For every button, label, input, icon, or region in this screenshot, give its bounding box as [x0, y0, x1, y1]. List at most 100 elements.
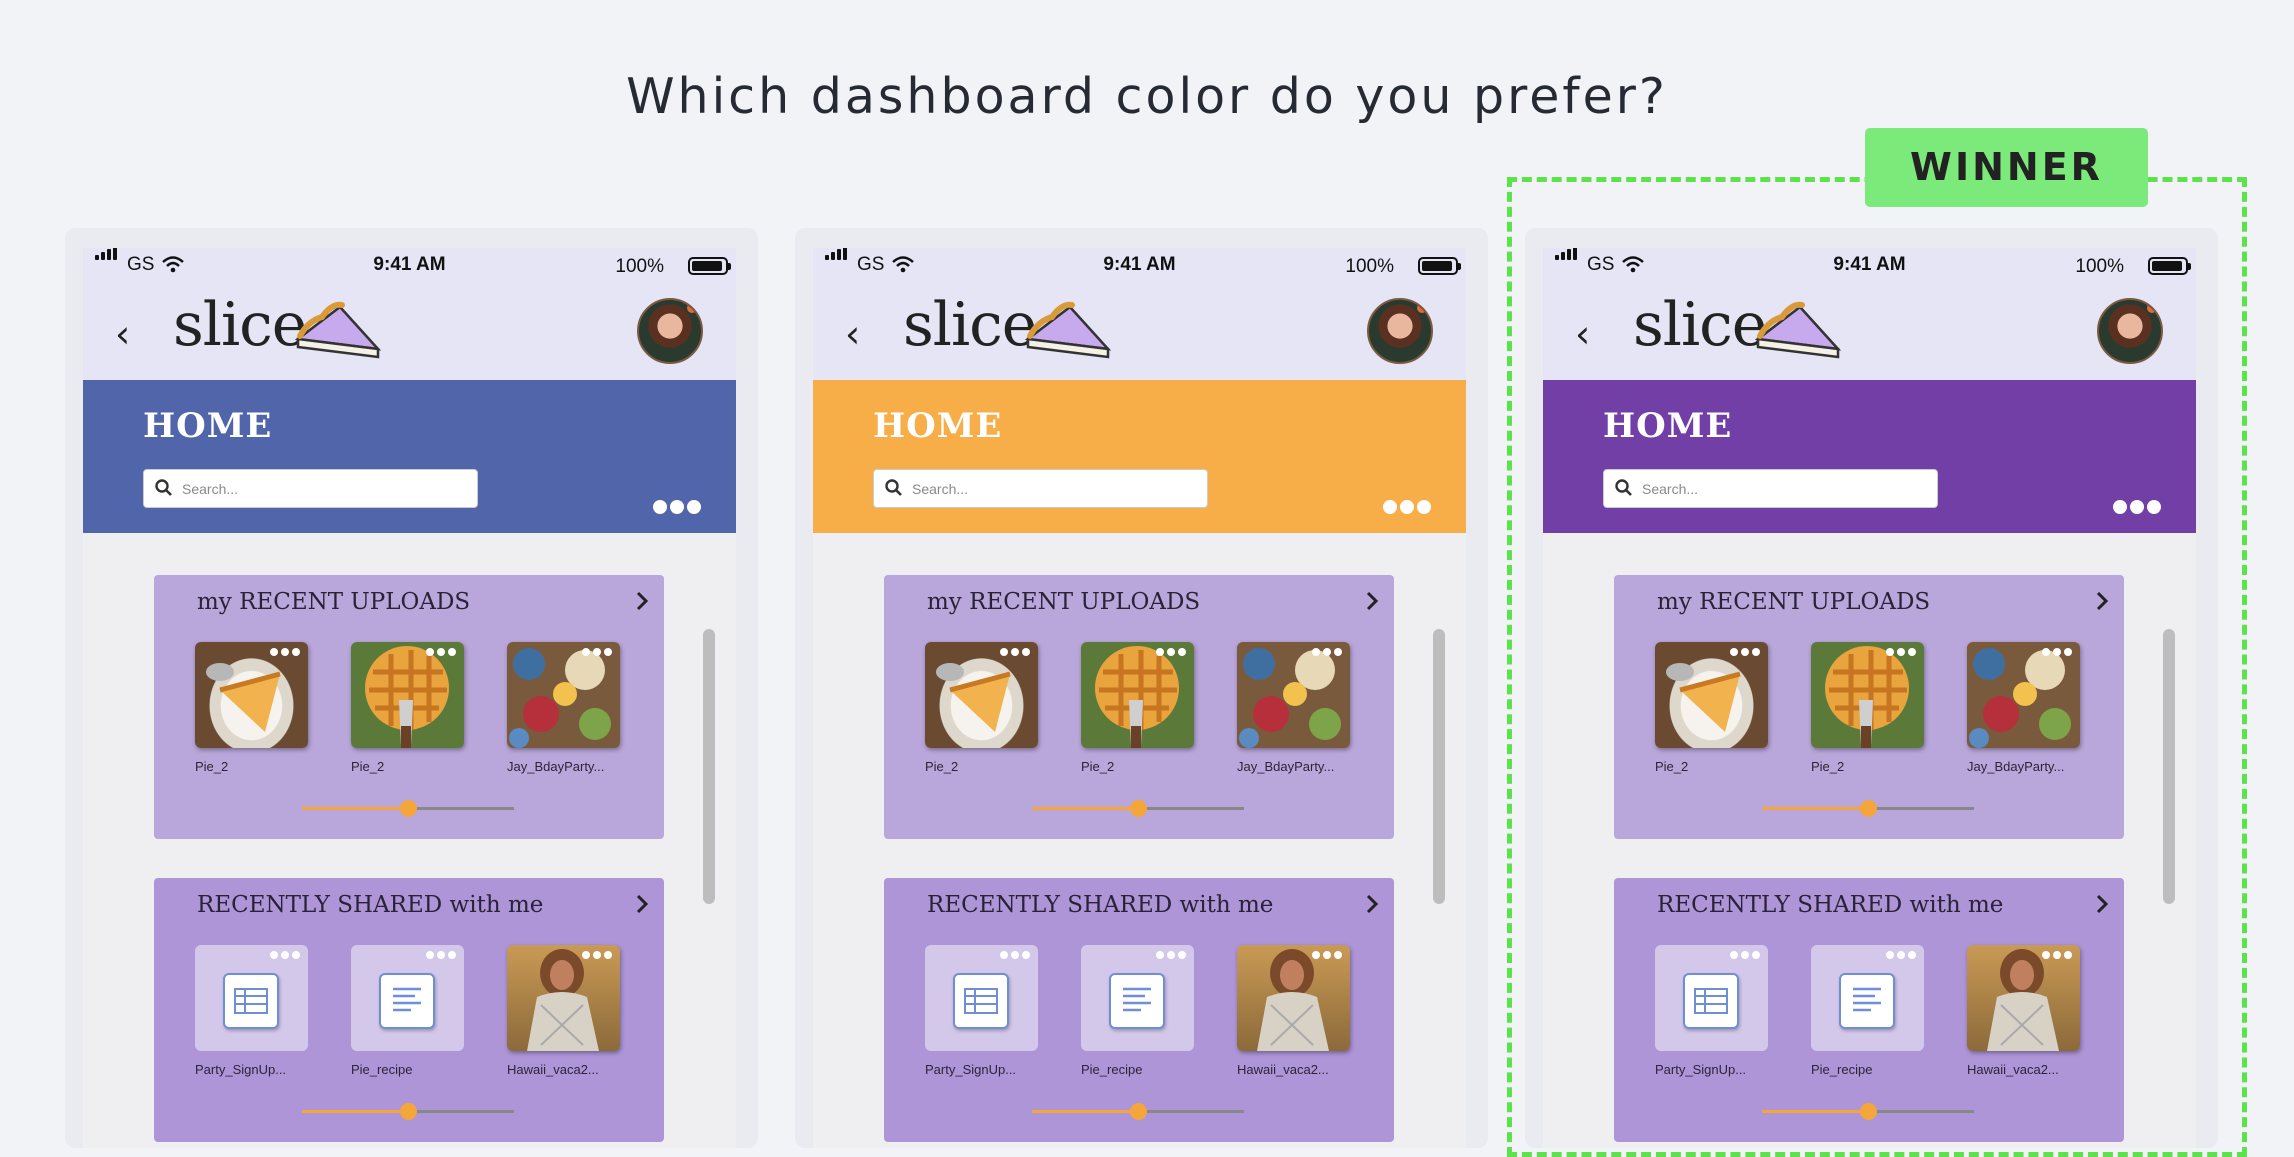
item-more-icon[interactable]	[2042, 951, 2072, 959]
shared-caption: Hawaii_vaca2...	[1237, 1062, 1329, 1077]
item-more-icon[interactable]	[1886, 951, 1916, 959]
more-options-icon[interactable]	[2113, 500, 2161, 514]
upload-caption: Pie_2	[351, 759, 385, 774]
pie-logo-icon	[1024, 299, 1112, 365]
slider-knob[interactable]	[1860, 800, 1877, 817]
slider-knob[interactable]	[1860, 1103, 1877, 1120]
back-chevron-icon[interactable]: ‹	[845, 312, 860, 356]
item-more-icon[interactable]	[426, 951, 456, 959]
search-icon	[884, 478, 904, 502]
upload-caption: Pie_2	[1655, 759, 1689, 774]
carousel-slider[interactable]	[1032, 800, 1244, 817]
carousel-slider[interactable]	[302, 800, 514, 817]
item-more-icon[interactable]	[270, 648, 300, 656]
home-banner: HOME	[813, 380, 1466, 533]
slider-knob[interactable]	[1130, 1103, 1147, 1120]
upload-thumbnail[interactable]	[195, 642, 308, 748]
upload-thumbnail[interactable]	[507, 642, 620, 748]
pie-logo-icon	[1754, 299, 1842, 365]
vertical-scrollbar[interactable]	[2163, 629, 2175, 904]
recently-shared-title: RECENTLY SHARED with me	[1657, 892, 2004, 918]
more-options-icon[interactable]	[1383, 500, 1431, 514]
item-more-icon[interactable]	[1156, 951, 1186, 959]
vertical-scrollbar[interactable]	[1433, 629, 1445, 904]
pie-logo-icon	[294, 299, 382, 365]
battery-icon	[2148, 257, 2191, 275]
shared-caption: Pie_recipe	[1081, 1062, 1143, 1077]
search-icon	[1614, 478, 1634, 502]
search-box[interactable]	[873, 469, 1208, 508]
shared-thumbnail[interactable]	[1967, 945, 2080, 1051]
shared-thumbnail[interactable]	[351, 945, 464, 1051]
shared-thumbnail[interactable]	[1081, 945, 1194, 1051]
search-box[interactable]	[1603, 469, 1938, 508]
item-more-icon[interactable]	[1730, 648, 1760, 656]
shared-thumbnail[interactable]	[925, 945, 1038, 1051]
item-more-icon[interactable]	[582, 648, 612, 656]
upload-caption: Jay_BdayParty...	[1237, 759, 1335, 774]
chevron-right-icon[interactable]	[1364, 589, 1380, 617]
chevron-right-icon[interactable]	[2094, 892, 2110, 920]
item-more-icon[interactable]	[1312, 648, 1342, 656]
shared-thumbnail[interactable]	[507, 945, 620, 1051]
item-more-icon[interactable]	[1730, 951, 1760, 959]
item-more-icon[interactable]	[1000, 648, 1030, 656]
slider-knob[interactable]	[400, 800, 417, 817]
home-title: HOME	[143, 406, 273, 446]
vertical-scrollbar[interactable]	[703, 629, 715, 904]
carousel-slider[interactable]	[1762, 1103, 1974, 1120]
dashboard-variant-card[interactable]: GS 9:41 AM 100% ‹ slice HOME Search... m…	[65, 228, 758, 1148]
shared-thumbnail[interactable]	[1237, 945, 1350, 1051]
chevron-right-icon[interactable]	[634, 892, 650, 920]
item-more-icon[interactable]	[270, 951, 300, 959]
search-input[interactable]	[1642, 476, 1922, 502]
chevron-right-icon[interactable]	[1364, 892, 1380, 920]
item-more-icon[interactable]	[582, 951, 612, 959]
item-more-icon[interactable]	[1000, 951, 1030, 959]
shared-thumbnail[interactable]	[195, 945, 308, 1051]
back-chevron-icon[interactable]: ‹	[1575, 312, 1590, 356]
search-input[interactable]	[912, 476, 1192, 502]
upload-thumbnail[interactable]	[925, 642, 1038, 748]
app-header: ‹ slice	[83, 282, 736, 380]
dashboard-variant-card[interactable]: GS 9:41 AM 100% ‹ slice HOME Search... m…	[1525, 228, 2218, 1148]
recently-shared-title: RECENTLY SHARED with me	[927, 892, 1274, 918]
battery-percent: 100%	[2075, 256, 2124, 277]
item-more-icon[interactable]	[1312, 951, 1342, 959]
item-more-icon[interactable]	[2042, 648, 2072, 656]
upload-thumbnail[interactable]	[1237, 642, 1350, 748]
chevron-right-icon[interactable]	[634, 589, 650, 617]
recently-shared-panel: RECENTLY SHARED with me Party_SignUp... …	[1614, 878, 2124, 1142]
shared-caption: Hawaii_vaca2...	[507, 1062, 599, 1077]
shared-thumbnail[interactable]	[1811, 945, 1924, 1051]
slider-knob[interactable]	[400, 1103, 417, 1120]
spreadsheet-icon	[953, 973, 1009, 1029]
chevron-right-icon[interactable]	[2094, 589, 2110, 617]
item-more-icon[interactable]	[1886, 648, 1916, 656]
back-chevron-icon[interactable]: ‹	[115, 312, 130, 356]
user-avatar[interactable]	[637, 298, 703, 364]
carousel-slider[interactable]	[1032, 1103, 1244, 1120]
user-avatar[interactable]	[1367, 298, 1433, 364]
user-avatar[interactable]	[2097, 298, 2163, 364]
search-input[interactable]	[182, 476, 462, 502]
search-box[interactable]	[143, 469, 478, 508]
status-bar: GS 9:41 AM 100%	[813, 248, 1466, 282]
upload-thumbnail[interactable]	[351, 642, 464, 748]
recently-shared-panel: RECENTLY SHARED with me Party_SignUp... …	[884, 878, 1394, 1142]
dashboard-variant-card[interactable]: GS 9:41 AM 100% ‹ slice HOME Search... m…	[795, 228, 1488, 1148]
shared-thumbnail[interactable]	[1655, 945, 1768, 1051]
spreadsheet-icon	[1683, 973, 1739, 1029]
upload-thumbnail[interactable]	[1967, 642, 2080, 748]
more-options-icon[interactable]	[653, 500, 701, 514]
upload-thumbnail[interactable]	[1655, 642, 1768, 748]
upload-caption: Jay_BdayParty...	[507, 759, 605, 774]
carousel-slider[interactable]	[1762, 800, 1974, 817]
upload-thumbnail[interactable]	[1811, 642, 1924, 748]
slider-knob[interactable]	[1130, 800, 1147, 817]
upload-thumbnail[interactable]	[1081, 642, 1194, 748]
shared-caption: Party_SignUp...	[195, 1062, 287, 1077]
item-more-icon[interactable]	[1156, 648, 1186, 656]
item-more-icon[interactable]	[426, 648, 456, 656]
carousel-slider[interactable]	[302, 1103, 514, 1120]
